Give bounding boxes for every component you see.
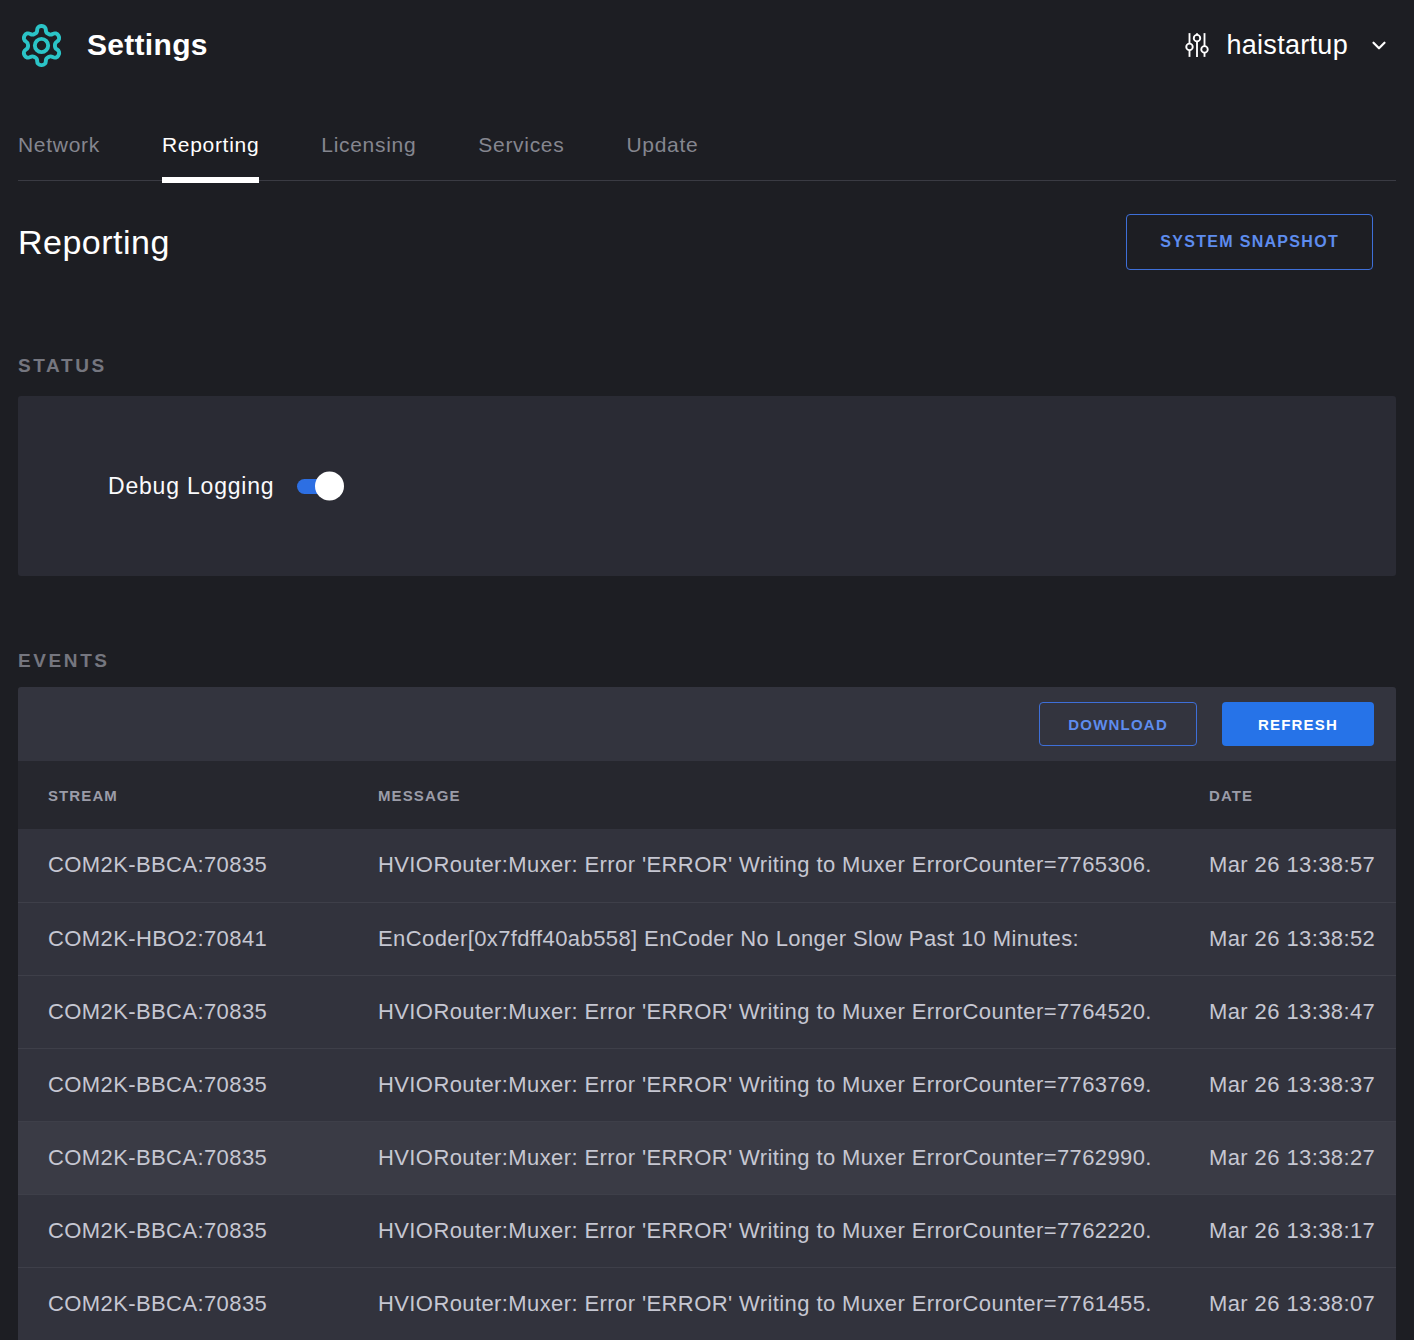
date-cell: Mar 26 13:38:52 — [1208, 902, 1396, 975]
stream-cell: COM2K-BBCA:70835 — [18, 1194, 377, 1267]
date-cell: Mar 26 13:38:07 — [1208, 1267, 1396, 1340]
page-head: Reporting SYSTEM SNAPSHOT — [18, 214, 1396, 270]
gear-icon — [18, 22, 65, 69]
table-row[interactable]: COM2K-HBO2:70841 EnCoder[0x7fdff40ab558]… — [18, 902, 1396, 975]
sliders-icon — [1182, 29, 1212, 61]
stream-cell: COM2K-BBCA:70835 — [18, 1267, 377, 1340]
toggle-knob — [315, 472, 344, 501]
date-cell: Mar 26 13:38:37 — [1208, 1048, 1396, 1121]
tab-network[interactable]: Network — [18, 133, 100, 180]
message-cell: HVIORouter:Muxer: Error 'ERROR' Writing … — [377, 829, 1208, 902]
column-header-stream: STREAM — [18, 761, 377, 829]
tabs: Network Reporting Licensing Services Update — [18, 90, 1396, 181]
table-row[interactable]: COM2K-BBCA:70835 HVIORouter:Muxer: Error… — [18, 1194, 1396, 1267]
table-row[interactable]: COM2K-BBCA:70835 HVIORouter:Muxer: Error… — [18, 829, 1396, 902]
brand: Settings — [18, 22, 208, 69]
table-row[interactable]: COM2K-BBCA:70835 HVIORouter:Muxer: Error… — [18, 975, 1396, 1048]
refresh-button[interactable]: REFRESH — [1222, 702, 1374, 746]
events-table: STREAM MESSAGE DATE COM2K-BBCA:70835 HVI… — [18, 761, 1396, 1340]
date-cell: Mar 26 13:38:47 — [1208, 975, 1396, 1048]
account-name[interactable]: haistartup — [1226, 30, 1348, 61]
events-table-header: STREAM MESSAGE DATE — [18, 761, 1396, 829]
message-cell: HVIORouter:Muxer: Error 'ERROR' Writing … — [377, 1121, 1208, 1194]
column-header-date: DATE — [1208, 761, 1396, 829]
stream-cell: COM2K-BBCA:70835 — [18, 1048, 377, 1121]
events-table-body: COM2K-BBCA:70835 HVIORouter:Muxer: Error… — [18, 829, 1396, 1340]
events-toolbar: DOWNLOAD REFRESH — [18, 687, 1396, 761]
top-bar: Settings haistartup — [0, 0, 1414, 90]
main-content: Reporting SYSTEM SNAPSHOT STATUS Debug L… — [0, 214, 1414, 1340]
account-menu[interactable]: haistartup — [1182, 29, 1390, 61]
message-cell: HVIORouter:Muxer: Error 'ERROR' Writing … — [377, 1048, 1208, 1121]
table-row[interactable]: COM2K-BBCA:70835 HVIORouter:Muxer: Error… — [18, 1267, 1396, 1340]
message-cell: HVIORouter:Muxer: Error 'ERROR' Writing … — [377, 975, 1208, 1048]
system-snapshot-button[interactable]: SYSTEM SNAPSHOT — [1126, 214, 1373, 270]
stream-cell: COM2K-BBCA:70835 — [18, 1121, 377, 1194]
table-row[interactable]: COM2K-BBCA:70835 HVIORouter:Muxer: Error… — [18, 1121, 1396, 1194]
table-row[interactable]: COM2K-BBCA:70835 HVIORouter:Muxer: Error… — [18, 1048, 1396, 1121]
date-cell: Mar 26 13:38:57 — [1208, 829, 1396, 902]
debug-logging-toggle[interactable] — [297, 479, 342, 494]
stream-cell: COM2K-HBO2:70841 — [18, 902, 377, 975]
debug-logging-row: Debug Logging — [108, 473, 342, 500]
debug-logging-label: Debug Logging — [108, 473, 274, 500]
tab-licensing[interactable]: Licensing — [321, 133, 416, 180]
app-title: Settings — [87, 28, 208, 62]
message-cell: HVIORouter:Muxer: Error 'ERROR' Writing … — [377, 1267, 1208, 1340]
status-section-label: STATUS — [18, 355, 1396, 377]
date-cell: Mar 26 13:38:27 — [1208, 1121, 1396, 1194]
tab-reporting[interactable]: Reporting — [162, 133, 259, 180]
status-card: Debug Logging — [18, 396, 1396, 576]
column-header-message: MESSAGE — [377, 761, 1208, 829]
stream-cell: COM2K-BBCA:70835 — [18, 975, 377, 1048]
message-cell: HVIORouter:Muxer: Error 'ERROR' Writing … — [377, 1194, 1208, 1267]
events-card: DOWNLOAD REFRESH STREAM MESSAGE DATE COM… — [18, 687, 1396, 1340]
tab-update[interactable]: Update — [626, 133, 698, 180]
stream-cell: COM2K-BBCA:70835 — [18, 829, 377, 902]
events-section-label: EVENTS — [18, 650, 1396, 672]
page-title: Reporting — [18, 223, 170, 262]
download-button[interactable]: DOWNLOAD — [1039, 702, 1197, 746]
date-cell: Mar 26 13:38:17 — [1208, 1194, 1396, 1267]
chevron-down-icon[interactable] — [1368, 34, 1390, 56]
tab-services[interactable]: Services — [478, 133, 564, 180]
message-cell: EnCoder[0x7fdff40ab558] EnCoder No Longe… — [377, 902, 1208, 975]
